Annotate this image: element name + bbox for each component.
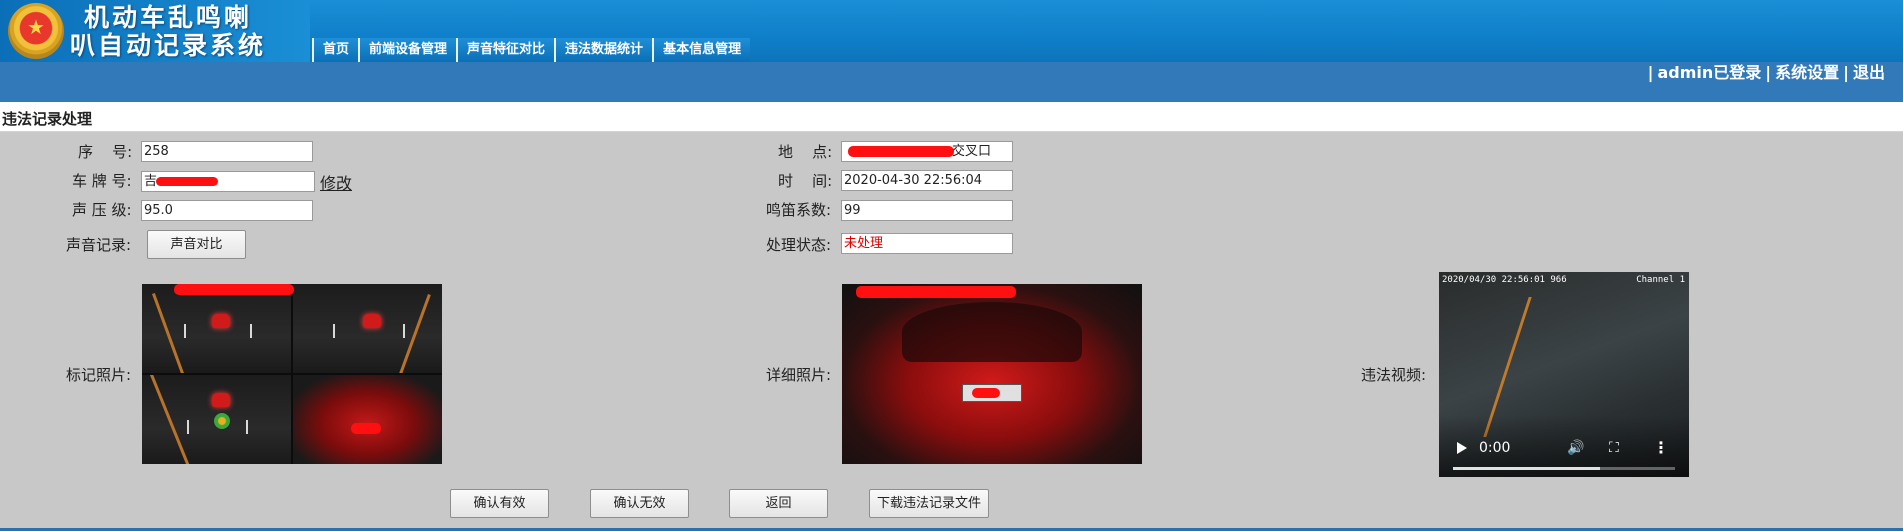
volume-icon[interactable]: 🔊 <box>1567 440 1584 456</box>
sound-record-label: 声音记录: <box>66 236 132 254</box>
horn-coefficient-label: 鸣笛系数: <box>766 201 832 219</box>
section-header: 违法记录处理 <box>0 102 1903 132</box>
location-value: 交叉口 <box>952 144 992 159</box>
horn-coefficient-field[interactable]: 99 <box>841 200 1013 221</box>
video-time: 0:00 <box>1479 440 1511 456</box>
more-options-icon[interactable]: ⋮ <box>1653 438 1669 457</box>
back-button[interactable]: 返回 <box>729 489 828 518</box>
marked-photo-quadrant <box>293 284 442 373</box>
photo-text-redaction <box>174 284 294 295</box>
plate-field[interactable]: 吉 <box>141 171 315 192</box>
nav-item-home[interactable]: 首页 <box>312 38 359 62</box>
status-field[interactable]: 未处理 <box>841 233 1013 254</box>
marked-photo-quadrant <box>293 375 442 464</box>
separator: | <box>1765 63 1772 82</box>
nav-item-statistics[interactable]: 违法数据统计 <box>554 38 653 62</box>
video-progress-fill <box>1453 467 1600 470</box>
video-channel: Channel 1 <box>1636 275 1685 285</box>
marked-photo[interactable] <box>142 284 442 464</box>
modify-plate-link[interactable]: 修改 <box>320 170 352 194</box>
confirm-valid-button[interactable]: 确认有效 <box>450 489 549 518</box>
marked-photo-quadrant <box>142 375 291 464</box>
status-label: 处理状态: <box>766 236 832 254</box>
nav-item-basic-info[interactable]: 基本信息管理 <box>652 38 751 62</box>
location-redaction <box>848 146 954 157</box>
confirm-invalid-button[interactable]: 确认无效 <box>590 489 689 518</box>
plate-label: 车 牌 号: <box>72 172 132 190</box>
video-label: 违法视频: <box>1361 366 1427 384</box>
serial-field[interactable]: 258 <box>141 141 313 162</box>
photo-text-redaction <box>856 286 1016 298</box>
play-icon[interactable] <box>1457 442 1467 454</box>
plate-redaction <box>156 177 218 186</box>
logout-link[interactable]: 退出 <box>1853 62 1885 84</box>
user-links: | admin已登录 | 系统设置 | 退出 <box>1648 62 1885 84</box>
separator: | <box>1647 63 1654 82</box>
police-emblem-icon: ★ <box>8 3 64 59</box>
video-progress-bar[interactable] <box>1453 467 1675 470</box>
location-field[interactable]: 交叉口 <box>841 141 1013 162</box>
app-header: ★ 机动车乱鸣喇 叭自动记录系统 首页 前端设备管理 声音特征对比 违法数据统计… <box>0 0 1903 62</box>
time-field[interactable]: 2020-04-30 22:56:04 <box>841 170 1013 191</box>
logo-area: ★ 机动车乱鸣喇 叭自动记录系统 <box>0 0 310 62</box>
separator: | <box>1843 63 1849 82</box>
horn-marker-icon <box>214 413 230 429</box>
location-label: 地 点: <box>778 143 833 161</box>
video-controls: 0:00 🔊 ⛶ ⋮ <box>1439 415 1689 477</box>
page-title: 违法记录处理 <box>2 110 93 128</box>
detail-photo-label: 详细照片: <box>766 366 832 384</box>
marked-photo-label: 标记照片: <box>66 366 132 384</box>
sound-compare-button[interactable]: 声音对比 <box>147 230 246 259</box>
nav-item-sound-comparison[interactable]: 声音特征对比 <box>456 38 555 62</box>
nav-item-device-management[interactable]: 前端设备管理 <box>358 38 457 62</box>
violation-video-player[interactable]: 2020/04/30 22:56:01 966 Channel 1 0:00 🔊… <box>1439 272 1689 477</box>
system-settings-link[interactable]: 系统设置 <box>1775 62 1839 84</box>
plate-redaction <box>351 423 381 434</box>
video-timestamp: 2020/04/30 22:56:01 966 <box>1442 275 1567 285</box>
download-record-button[interactable]: 下载违法记录文件 <box>869 489 989 518</box>
logged-in-user: admin已登录 <box>1657 63 1762 82</box>
plate-redaction <box>972 388 1000 398</box>
main-nav: 首页 前端设备管理 声音特征对比 违法数据统计 基本信息管理 <box>312 38 751 62</box>
fullscreen-icon[interactable]: ⛶ <box>1609 440 1619 456</box>
spl-label: 声 压 级: <box>72 201 132 219</box>
app-title-line2: 叭自动记录系统 <box>70 31 267 60</box>
serial-label: 序 号: <box>78 143 133 161</box>
time-label: 时 间: <box>778 172 833 190</box>
marked-photo-quadrant <box>142 284 291 373</box>
detail-photo[interactable] <box>842 284 1142 464</box>
spl-field[interactable]: 95.0 <box>141 200 313 221</box>
user-bar: | admin已登录 | 系统设置 | 退出 <box>0 62 1903 102</box>
